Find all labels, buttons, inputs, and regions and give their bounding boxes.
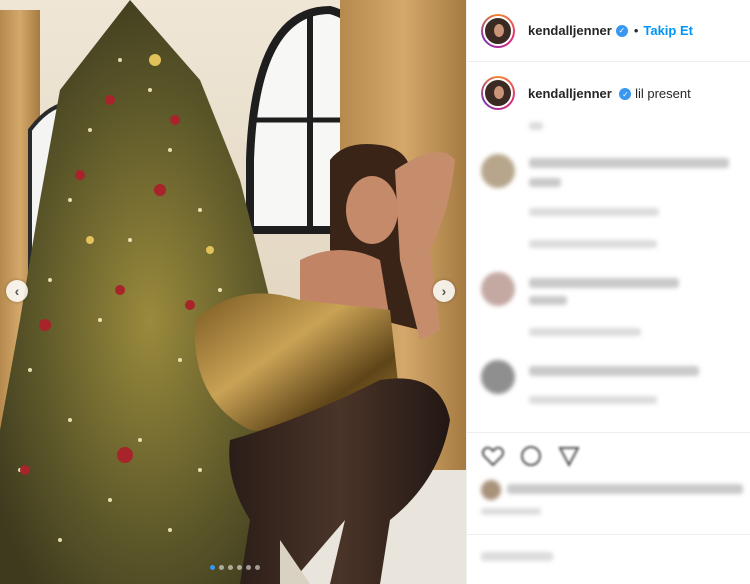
carousel-dot xyxy=(246,565,251,570)
header-username[interactable]: kendalljenner xyxy=(528,23,612,38)
comment-meta-blurred xyxy=(529,328,641,336)
comment-text-blurred xyxy=(529,296,567,305)
carousel-dot xyxy=(237,565,242,570)
caption-body: lil present xyxy=(635,85,691,101)
post-caption: kendalljenner ✓ lil present xyxy=(467,62,750,110)
caption-line-blurred xyxy=(529,122,543,130)
carousel-dot xyxy=(210,565,215,570)
carousel-dot xyxy=(219,565,224,570)
add-comment-input-blurred[interactable] xyxy=(481,552,553,561)
carousel-indicator xyxy=(210,565,260,570)
comment-icon[interactable] xyxy=(519,444,543,468)
comment-text-blurred xyxy=(529,158,729,168)
comment-text-blurred xyxy=(529,278,679,288)
comment-avatar[interactable] xyxy=(481,154,515,188)
post-sidebar: kendalljenner ✓ • Takip Et kendalljenner… xyxy=(466,0,750,584)
caption-text: kendalljenner ✓ lil present xyxy=(528,86,691,101)
photo-scene xyxy=(0,0,466,584)
view-replies-blurred[interactable] xyxy=(529,240,657,248)
avatar[interactable] xyxy=(481,76,515,110)
comment-meta-blurred xyxy=(529,396,657,404)
liked-by-avatar xyxy=(481,480,501,500)
carousel-prev-button[interactable]: ‹ xyxy=(6,280,28,302)
comment-text-blurred xyxy=(529,178,561,187)
post-image[interactable]: ‹ › xyxy=(0,0,466,584)
carousel-dot xyxy=(255,565,260,570)
instagram-post: ‹ › kendalljenner ✓ • Takip Et kendallje… xyxy=(0,0,750,584)
caption-username[interactable]: kendalljenner xyxy=(528,86,612,101)
actions-divider xyxy=(467,432,750,433)
post-actions xyxy=(481,444,581,468)
post-header: kendalljenner ✓ • Takip Et xyxy=(467,0,750,62)
comment-text-blurred xyxy=(529,366,699,376)
verified-badge-icon: ✓ xyxy=(615,24,628,37)
carousel-dot xyxy=(228,565,233,570)
separator-dot: • xyxy=(633,23,639,38)
comment-input-divider xyxy=(467,534,750,535)
comment-avatar[interactable] xyxy=(481,360,515,394)
verified-badge-icon: ✓ xyxy=(619,88,632,101)
timestamp-blurred xyxy=(481,508,541,515)
carousel-next-button[interactable]: › xyxy=(433,280,455,302)
share-icon[interactable] xyxy=(557,444,581,468)
comment-meta-blurred xyxy=(529,208,659,216)
liked-by-text-blurred[interactable] xyxy=(507,484,743,494)
comment-avatar[interactable] xyxy=(481,272,515,306)
heart-icon[interactable] xyxy=(481,444,505,468)
avatar[interactable] xyxy=(481,13,515,48)
follow-button[interactable]: Takip Et xyxy=(643,23,693,38)
